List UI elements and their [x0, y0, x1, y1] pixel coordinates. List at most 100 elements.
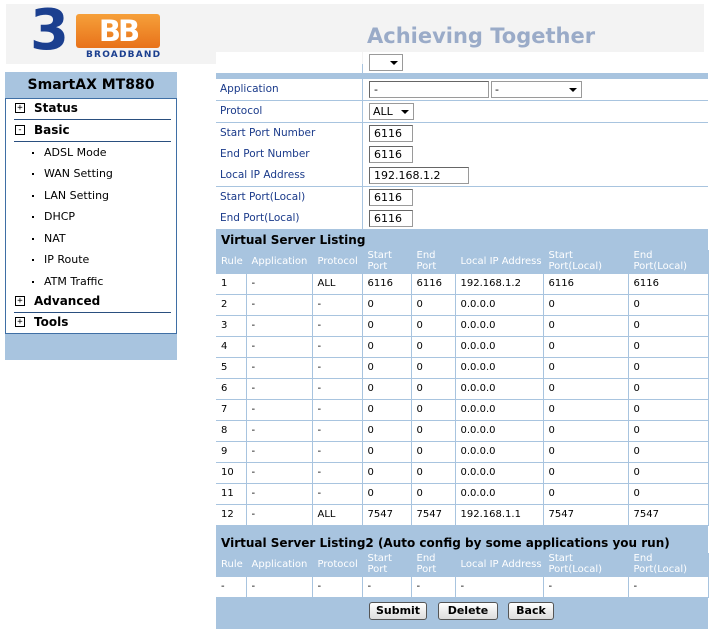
table-cell: ALL — [312, 504, 363, 526]
table-cell: - — [411, 576, 456, 598]
menu-group-label[interactable]: Tools — [34, 315, 68, 329]
table-cell: 7547 — [543, 504, 629, 526]
table-cell: 0 — [411, 483, 456, 505]
submit-button[interactable]: Submit — [369, 602, 427, 620]
table-row: 10- -0 0 0.0.0.0 0 0 — [216, 462, 709, 484]
table-cell: 0 — [543, 294, 629, 316]
column-header-protocol: Protocol — [312, 250, 363, 274]
table-cell: 0 — [362, 294, 412, 316]
table-cell: 0 — [628, 462, 709, 484]
menu-group-label[interactable]: Advanced — [34, 294, 100, 308]
table-cell: 0 — [628, 378, 709, 400]
local-ip-input[interactable]: 192.168.1.2 — [369, 167, 469, 184]
table-cell: 0.0.0.0 — [455, 378, 544, 400]
expand-icon[interactable]: + — [15, 103, 25, 113]
start-port-input[interactable]: 6116 — [369, 125, 413, 142]
delete-button[interactable]: Delete — [438, 602, 498, 620]
table-cell: 5 — [216, 357, 247, 379]
table-cell: 0 — [628, 294, 709, 316]
bullet-icon — [32, 281, 34, 283]
column-header-end-port-local: End Port(Local) — [628, 553, 709, 577]
table-cell: 0.0.0.0 — [455, 483, 544, 505]
column-header-start-port-local: Start Port(Local) — [543, 553, 629, 577]
table-cell: 0 — [628, 336, 709, 358]
protocol-select-value: ALL — [373, 105, 393, 118]
start-port-local-input[interactable]: 6116 — [369, 189, 413, 206]
table-cell: - — [312, 399, 363, 421]
protocol-select[interactable]: ALL — [369, 103, 414, 120]
table-cell: 10 — [216, 462, 247, 484]
table-cell: 0 — [543, 378, 629, 400]
menu-group-advanced[interactable]: + Advanced — [14, 292, 171, 313]
expand-icon[interactable]: + — [15, 296, 25, 306]
table-row: 7- -0 0 0.0.0.0 0 0 — [216, 399, 709, 421]
application-input[interactable]: - — [369, 81, 489, 98]
table-cell: 0 — [411, 420, 456, 442]
sidebar-item-label[interactable]: DHCP — [44, 210, 75, 223]
table-header-row: Rule Application Protocol Start Port End… — [216, 250, 709, 274]
bullet-icon — [32, 173, 34, 175]
button-bar: Submit Delete Back — [216, 600, 708, 623]
bullet-icon — [32, 259, 34, 261]
table-row: 9- -0 0 0.0.0.0 0 0 — [216, 441, 709, 463]
sidebar-menu: + Status - Basic ADSL Mode WAN Setting L… — [5, 98, 177, 334]
table-row: 3- -0 0 0.0.0.0 0 0 — [216, 315, 709, 337]
table-cell: 12 — [216, 504, 247, 526]
bullet-icon — [32, 216, 34, 218]
table-row: 11- -0 0 0.0.0.0 0 0 — [216, 483, 709, 505]
menu-group-tools[interactable]: + Tools — [14, 313, 171, 334]
end-port-input[interactable]: 6116 — [369, 146, 413, 163]
table-cell: 0 — [411, 399, 456, 421]
table-cell: 11 — [216, 483, 247, 505]
menu-group-basic[interactable]: - Basic — [14, 121, 171, 142]
chevron-down-icon — [569, 88, 577, 92]
table-cell: 0 — [543, 315, 629, 337]
table-cell: - — [246, 462, 313, 484]
menu-group-label[interactable]: Status — [34, 101, 78, 115]
table-cell: - — [312, 336, 363, 358]
table-row: 6- -0 0 0.0.0.0 0 0 — [216, 378, 709, 400]
table-header-row: Rule Application Protocol Start Port End… — [216, 553, 709, 577]
table-row: -------- — [216, 576, 709, 598]
table-cell: - — [246, 441, 313, 463]
brand-logo: 3 BB BROADBAND — [30, 1, 170, 61]
row-label — [216, 52, 362, 73]
collapse-icon[interactable]: - — [15, 125, 25, 135]
table-cell: 0 — [411, 336, 456, 358]
menu-group-label[interactable]: Basic — [34, 123, 70, 137]
sidebar-item-label[interactable]: IP Route — [44, 253, 89, 266]
table-cell: 0.0.0.0 — [455, 294, 544, 316]
logo-subtitle: BROADBAND — [86, 50, 162, 60]
table-cell: - — [246, 504, 313, 526]
virtual-server-table-2: Rule Application Protocol Start Port End… — [216, 553, 709, 598]
table-cell: 0 — [411, 441, 456, 463]
table-cell: - — [312, 357, 363, 379]
table-cell: - — [246, 576, 313, 598]
application-select[interactable]: - — [491, 81, 582, 98]
table-cell: - — [312, 462, 363, 484]
table-cell: 7547 — [628, 504, 709, 526]
application-label: Application — [216, 79, 362, 100]
expand-icon[interactable]: + — [15, 317, 25, 327]
table-cell: 9 — [216, 441, 247, 463]
table-cell: - — [246, 273, 313, 295]
end-port-local-label: End Port(Local) — [216, 208, 362, 229]
table-cell: 0 — [411, 315, 456, 337]
start-port-local-label: Start Port(Local) — [216, 187, 362, 208]
chevron-down-icon — [401, 110, 409, 114]
table-cell: 7547 — [411, 504, 456, 526]
menu-group-status[interactable]: + Status — [14, 99, 171, 120]
form-row-start-port-local: Start Port(Local) 6116 — [216, 187, 708, 208]
sidebar-item-label[interactable]: ATM Traffic — [44, 275, 103, 288]
sidebar-item-label[interactable]: LAN Setting — [44, 189, 109, 202]
sidebar-item-label[interactable]: WAN Setting — [44, 167, 113, 180]
sidebar-item-label[interactable]: ADSL Mode — [44, 146, 107, 159]
table-cell: 0.0.0.0 — [455, 441, 544, 463]
column-header-rule: Rule — [216, 250, 247, 274]
back-button[interactable]: Back — [508, 602, 554, 620]
end-port-local-input[interactable]: 6116 — [369, 210, 413, 227]
table-cell: 0 — [411, 357, 456, 379]
table-cell: - — [362, 576, 412, 598]
clipped-select[interactable] — [369, 54, 403, 71]
sidebar-item-label[interactable]: NAT — [44, 232, 66, 245]
